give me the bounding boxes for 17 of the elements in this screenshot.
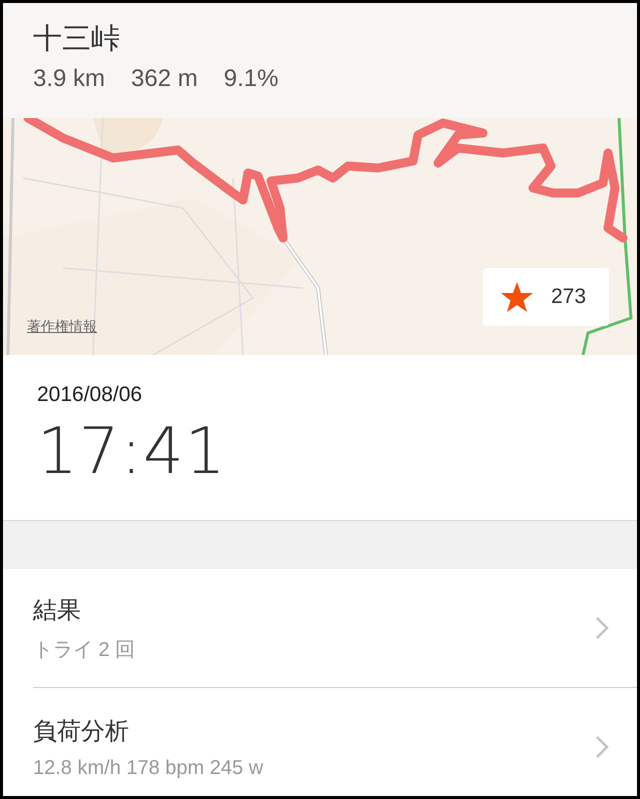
segment-stat: 3.9 km [33,65,106,93]
copyright-link[interactable]: 著作権情報 [27,318,97,336]
effort-time: 17:41 [37,415,226,489]
star-icon [501,282,533,312]
rank-value: 273 [551,285,586,309]
segment-stat: 9.1% [224,65,278,93]
row-title: 負荷分析 [33,716,129,746]
row-subtitle: トライ 2 回 [33,638,136,662]
list-row[interactable]: 結果 トライ 2 回 [33,569,637,688]
chevron-icon [595,735,609,759]
row-title: 結果 [33,596,81,626]
chevron-icon [595,616,609,640]
row-subtitle: 12.8 km/h 178 bpm 245 w [33,756,264,780]
list-row[interactable]: 負荷分析 12.8 km/h 178 bpm 245 w [33,688,637,796]
segment-stat: 362 m [131,65,198,93]
segment-title: 十三峠 [33,22,120,57]
effort-date: 2016/08/06 [37,383,142,407]
